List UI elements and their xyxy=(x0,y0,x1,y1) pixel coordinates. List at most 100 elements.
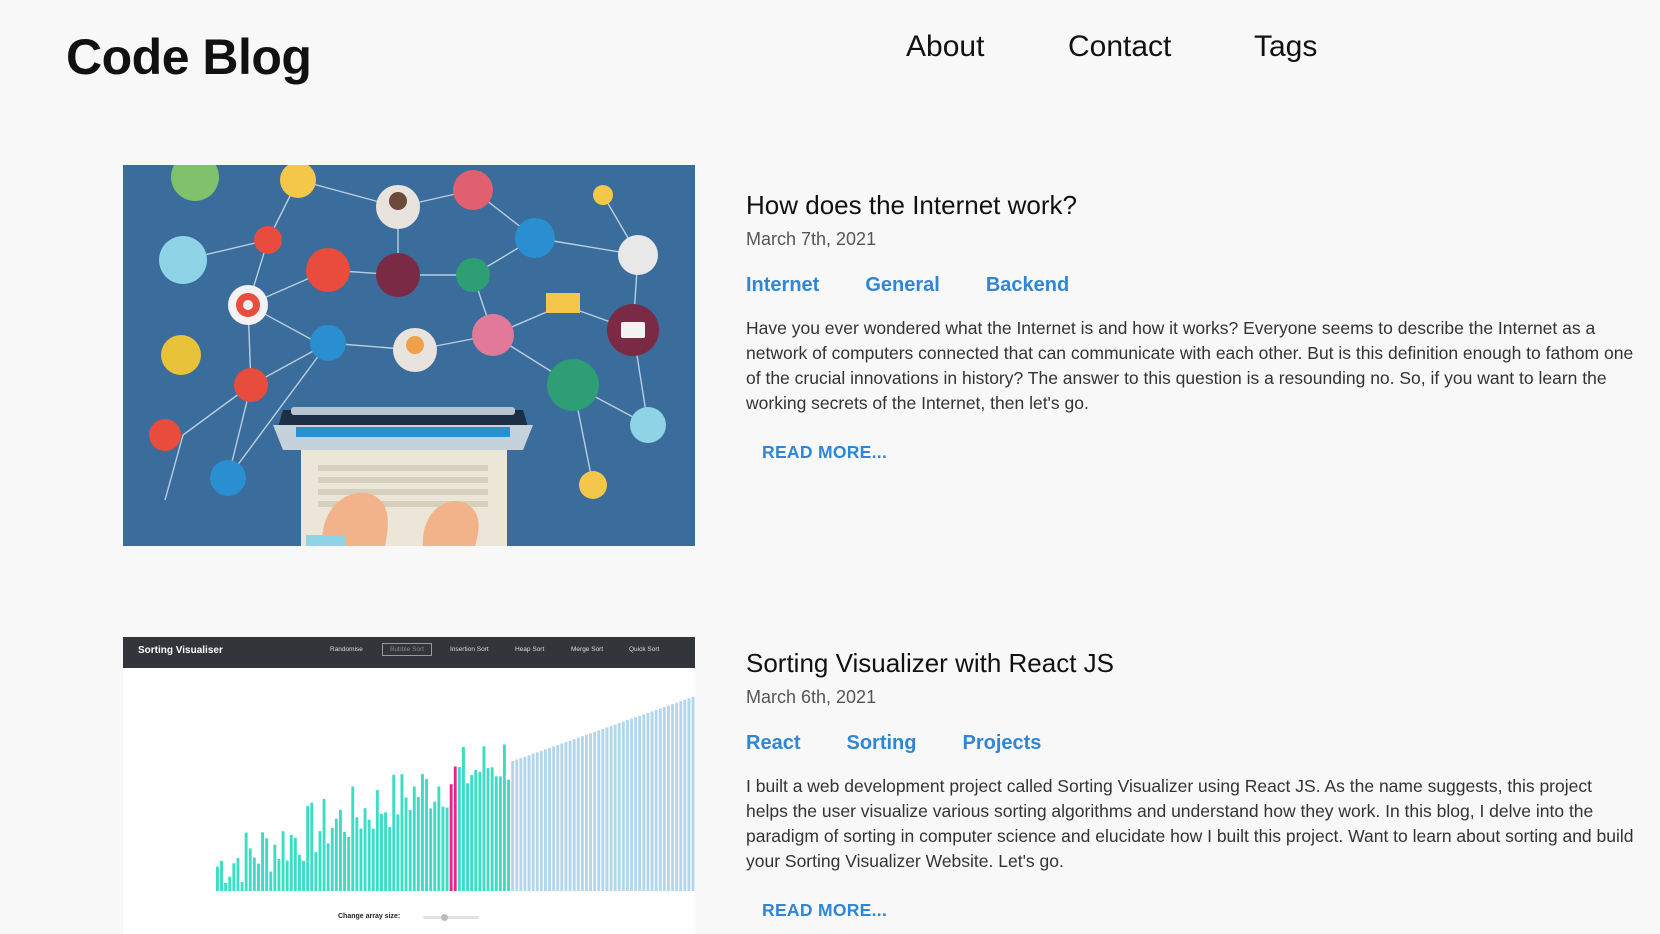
sorting-bar xyxy=(252,857,256,891)
sorting-bar xyxy=(437,786,441,891)
sorting-bar xyxy=(601,728,605,891)
sorting-bar xyxy=(642,714,646,891)
sorting-bar xyxy=(679,701,683,891)
sorting-bar xyxy=(404,797,408,891)
sorting-bar xyxy=(457,767,461,891)
sorting-bar xyxy=(593,731,597,891)
sorting-bar xyxy=(667,705,670,891)
sorting-bar xyxy=(281,831,285,891)
post-title[interactable]: Sorting Visualizer with React JS xyxy=(746,648,1636,679)
sorting-bar xyxy=(359,828,363,891)
sorting-bar xyxy=(244,832,248,891)
sorting-bar xyxy=(634,717,638,891)
sorting-bar xyxy=(539,750,543,891)
sorting-bar xyxy=(486,768,490,891)
sorting-bar xyxy=(257,863,260,891)
tag-link[interactable]: Sorting xyxy=(846,732,916,754)
sorting-bar xyxy=(462,747,465,891)
sorting-bar xyxy=(236,857,240,891)
nav-tags[interactable]: Tags xyxy=(1254,30,1317,64)
sorting-bar xyxy=(482,746,486,891)
sorting-bar xyxy=(343,831,346,891)
sorting-bar xyxy=(367,819,371,891)
post-body: How does the Internet work? March 7th, 2… xyxy=(746,190,1636,463)
sorting-bar xyxy=(552,746,556,891)
sorting-bar xyxy=(478,771,482,891)
sorting-bar xyxy=(302,860,305,891)
post-date: March 7th, 2021 xyxy=(746,229,877,249)
sorting-bar xyxy=(400,774,404,891)
sorting-bar xyxy=(285,860,289,891)
sorting-bar xyxy=(306,806,310,891)
sorting-bar xyxy=(470,774,474,891)
post-date: March 6th, 2021 xyxy=(746,687,877,707)
sorting-bar xyxy=(441,806,445,891)
sorting-bar xyxy=(658,708,662,891)
sorting-bar xyxy=(654,709,658,891)
sorting-bar xyxy=(429,808,433,891)
sorting-bar xyxy=(351,786,355,891)
sorting-bar xyxy=(269,871,273,891)
sorting-bar xyxy=(445,807,449,891)
sorting-bar xyxy=(388,827,392,891)
sorting-bar xyxy=(568,740,572,891)
sorting-bar xyxy=(248,848,252,891)
tag-link[interactable]: Backend xyxy=(986,274,1069,296)
sorting-bar xyxy=(326,843,330,891)
sorting-bar xyxy=(277,858,281,891)
sorting-bar xyxy=(544,749,547,891)
sorting-bar xyxy=(310,802,314,891)
sorting-bar xyxy=(408,810,412,891)
sorting-bar xyxy=(339,809,342,891)
post-title[interactable]: How does the Internet work? xyxy=(746,190,1636,221)
sorting-bar xyxy=(662,707,666,891)
sorting-bar xyxy=(261,832,264,891)
thumbnail-app-title: Sorting Visualiser xyxy=(138,645,223,656)
sorting-bar xyxy=(490,767,494,891)
post-thumbnail[interactable]: Sorting Visualiser Randomise Bubble Sort… xyxy=(123,637,695,934)
sorting-bar xyxy=(425,778,428,891)
tag-link[interactable]: React xyxy=(746,732,800,754)
sorting-bar xyxy=(580,736,584,891)
tag-link[interactable]: Projects xyxy=(962,732,1041,754)
tag-link[interactable]: Internet xyxy=(746,274,819,296)
post-excerpt: I built a web development project called… xyxy=(746,776,1634,871)
nav-contact[interactable]: Contact xyxy=(1068,30,1171,64)
read-more-link[interactable]: READ MORE... xyxy=(762,442,887,463)
sorting-bar xyxy=(576,737,580,891)
sorting-bar xyxy=(224,883,228,891)
sorting-bar xyxy=(621,721,625,891)
sorting-bar xyxy=(474,770,478,891)
sorting-bar xyxy=(363,808,367,891)
nav-about[interactable]: About xyxy=(906,30,984,64)
read-more-link[interactable]: READ MORE... xyxy=(762,900,887,921)
thumbnail-menu-item: Merge Sort xyxy=(571,646,604,653)
sorting-bar xyxy=(683,699,687,891)
sorting-bar xyxy=(617,723,621,891)
post-body: Sorting Visualizer with React JS March 6… xyxy=(746,648,1636,921)
sorting-bar xyxy=(314,852,318,891)
thumbnail-slider-label: Change array size: xyxy=(338,913,401,920)
sorting-bar xyxy=(527,755,531,891)
sorting-bar xyxy=(675,702,679,891)
post-thumbnail[interactable] xyxy=(123,165,695,546)
thumbnail-menu-item: Randomise xyxy=(330,646,363,653)
sorting-bar xyxy=(519,758,523,891)
sorting-bar xyxy=(650,711,654,891)
sorting-bar xyxy=(347,836,351,891)
sorting-bar xyxy=(289,834,293,891)
sorting-bar xyxy=(605,727,609,891)
sorting-bar xyxy=(416,797,420,891)
sorting-bar xyxy=(597,730,601,891)
sorting-bar xyxy=(515,759,519,891)
sorting-bar xyxy=(494,776,498,891)
sorting-bar xyxy=(609,726,613,891)
sorting-bar xyxy=(433,801,437,891)
sorting-bars-graphic xyxy=(216,696,695,891)
thumbnail-menu-item: Quick Sort xyxy=(629,646,660,653)
sorting-bar xyxy=(560,743,564,891)
sorting-bar xyxy=(466,783,469,891)
thumbnail-slider-knob xyxy=(441,914,448,921)
thumbnail-menu-item: Bubble Sort xyxy=(382,643,432,656)
tag-link[interactable]: General xyxy=(865,274,939,296)
